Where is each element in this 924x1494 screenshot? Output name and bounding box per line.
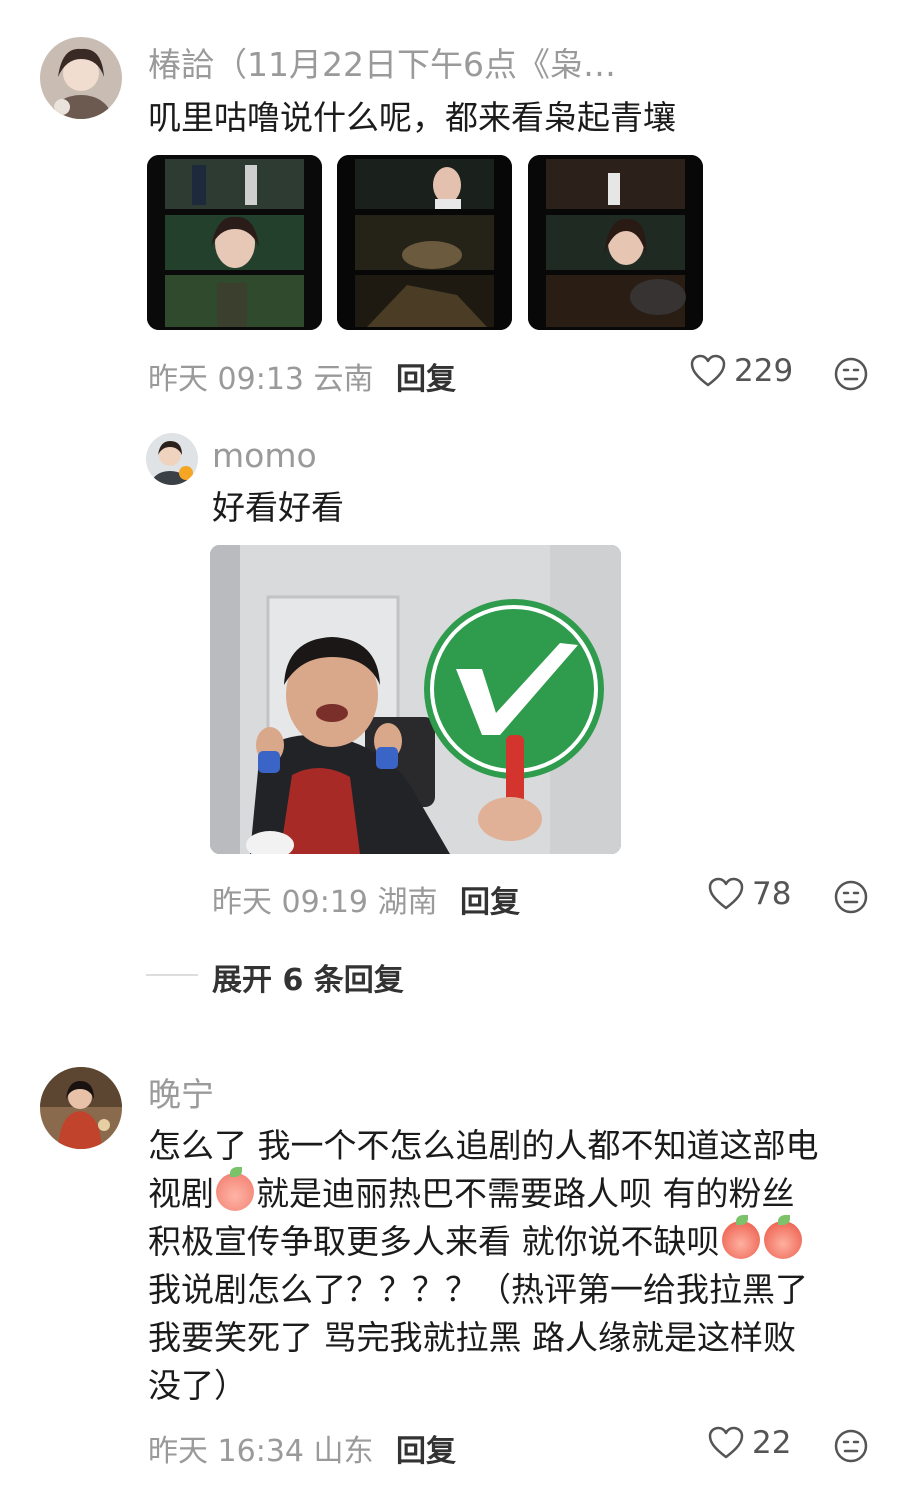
- reply-button[interactable]: 回复: [396, 354, 456, 398]
- comment-text-line: 我要笑死了 骂完我就拉黑 路人缘就是这样败: [148, 1318, 796, 1357]
- comment-text: 好看好看: [212, 488, 344, 527]
- expand-replies-button[interactable]: 展开 6 条回复: [212, 955, 404, 999]
- emoji-face-icon[interactable]: [834, 880, 868, 918]
- reply-button[interactable]: 回复: [460, 877, 520, 921]
- comment-text-line-group: 积极宣传争取更多人来看 就你说不缺呗: [148, 1215, 888, 1266]
- like-count: 229: [734, 353, 794, 389]
- comment-text: 叽里咕噜说什么呢，都来看枭起青壤: [148, 98, 676, 137]
- avatar[interactable]: [146, 433, 198, 485]
- reply-button[interactable]: 回复: [396, 1426, 456, 1470]
- peach-smile-emoji-icon: [216, 1167, 254, 1211]
- comment-image[interactable]: [337, 155, 512, 330]
- like-button[interactable]: 22: [708, 1425, 791, 1461]
- avatar[interactable]: [40, 1067, 122, 1149]
- heart-outline-icon: [690, 354, 726, 387]
- comment-meta: 昨天 09:19 湖南: [212, 885, 438, 920]
- comment-text-line: 积极宣传争取更多人来看 就你说不缺呗: [148, 1222, 720, 1261]
- comment-text-line-group: 视剧 就是迪丽热巴不需要路人呗 有的粉丝: [148, 1167, 888, 1218]
- avatar[interactable]: [40, 37, 122, 119]
- like-count: 22: [752, 1425, 792, 1461]
- comment-text: 怎么了 我一个不怎么追剧的人都不知道这部电 视剧 就是迪丽热巴不需要路人呗 有的粉…: [148, 1122, 888, 1410]
- like-button[interactable]: 229: [690, 353, 793, 389]
- divider: [146, 974, 198, 976]
- comment-text-line: 怎么了 我一个不怎么追剧的人都不知道这部电: [148, 1126, 819, 1165]
- like-count: 78: [752, 876, 792, 912]
- comment-text-line: 没了）: [148, 1366, 247, 1405]
- comment-image[interactable]: [210, 545, 621, 854]
- comment-text-line: 我说剧怎么了？？？？（热评第一给我拉黑了: [148, 1270, 808, 1309]
- comment-text-line: 视剧: [148, 1174, 214, 1213]
- comment-meta: 昨天 16:34 山东: [148, 1434, 374, 1469]
- comment-author[interactable]: momo: [212, 436, 317, 475]
- heart-outline-icon: [708, 877, 744, 910]
- emoji-face-icon[interactable]: [834, 1429, 868, 1467]
- comment-text-line: 就是迪丽热巴不需要路人呗 有的粉丝: [256, 1174, 795, 1213]
- peach-cry-emoji-icon: [721, 1215, 760, 1259]
- comment-author[interactable]: 晚宁: [148, 1068, 214, 1116]
- peach-cry-emoji-icon: [763, 1215, 802, 1259]
- heart-outline-icon: [708, 1426, 744, 1459]
- emoji-face-icon[interactable]: [834, 357, 868, 395]
- like-button[interactable]: 78: [708, 876, 791, 912]
- comment-author[interactable]: 椿詥（11月22日下午6点《枭…: [148, 38, 616, 86]
- comment-image[interactable]: [147, 155, 322, 330]
- comment-image[interactable]: [528, 155, 703, 330]
- comment-meta: 昨天 09:13 云南: [148, 362, 374, 397]
